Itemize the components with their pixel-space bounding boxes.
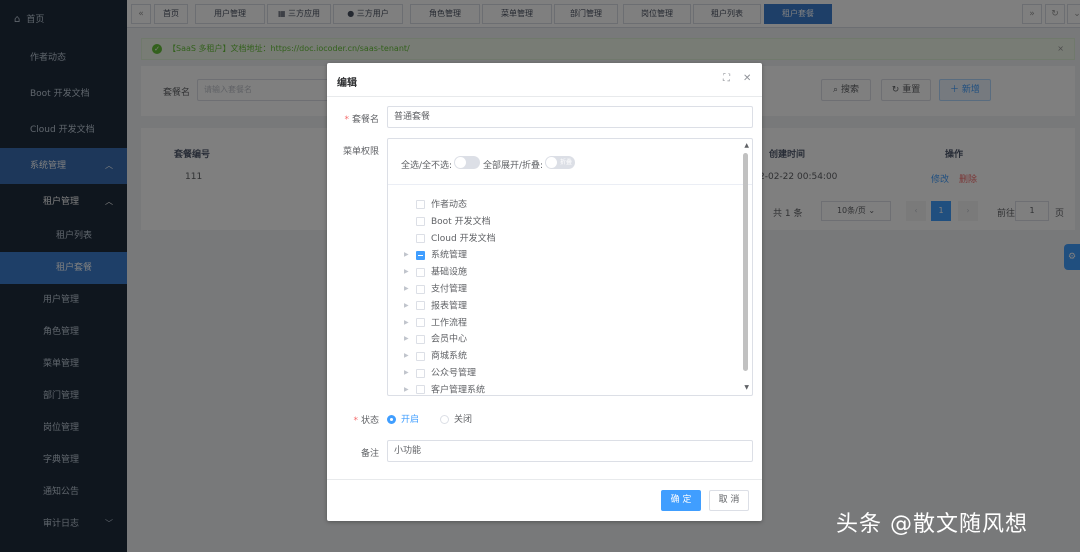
tree-node[interactable]: ▶ 商城系统 [404,348,467,364]
status-off-radio[interactable]: 关闭 [440,412,472,425]
fullscreen-icon[interactable]: ⛶ [723,73,730,84]
tree-node[interactable]: ▶ 支付管理 [404,281,467,297]
tree-node-checkbox[interactable] [416,284,425,294]
dialog-footer: 确 定 取 消 [327,479,762,521]
tree-node-label: 工作流程 [431,318,468,329]
scroll-down-icon[interactable]: ▼ [744,384,749,391]
select-all-label: 全选/全不选: [401,161,453,171]
tree-node[interactable]: Cloud 开发文档 [404,231,496,247]
status-on-radio[interactable]: 开启 [387,412,419,425]
radio-label: 开启 [401,415,420,425]
tree-node[interactable]: ▶ 客户管理系统 [404,382,486,396]
dialog-title: 编辑 [337,78,357,89]
caret-right-icon[interactable]: ▶ [404,298,416,314]
package-name-input[interactable]: 普通套餐 [387,106,753,128]
cancel-button[interactable]: 取 消 [709,490,749,511]
tree-node-checkbox[interactable] [416,301,425,311]
radio-label: 关闭 [454,415,473,425]
tree-node-checkbox[interactable] [416,200,425,209]
menu-permission-label: 菜单权限 [342,147,379,157]
radio-dot [387,415,396,424]
tree-node-checkbox[interactable] [416,233,425,243]
tree-node-label: Boot 开发文档 [431,216,491,227]
radio-dot [440,415,449,424]
remark-label: 备注 [360,449,379,459]
required-mark: * [353,416,358,426]
tree-node-label: 商城系统 [431,351,468,362]
tree-node-label: 报表管理 [431,301,468,312]
tree-node[interactable]: ▶ 报表管理 [404,298,467,314]
tree-node-checkbox[interactable] [416,385,425,395]
tree-node[interactable]: ▶ 公众号管理 [404,365,476,381]
tree-node-label: Cloud 开发文档 [431,233,496,244]
tree-node-checkbox[interactable] [416,368,425,378]
tree-node-label: 会员中心 [431,334,468,345]
status-label: * 状态 [319,413,379,426]
caret-right-icon[interactable]: ▶ [404,331,416,347]
caret-right-icon[interactable]: ▶ [404,382,416,395]
caret-right-icon[interactable]: ▶ [404,348,416,364]
tree-node-label: 客户管理系统 [431,385,486,396]
switch-knob [455,157,466,168]
tree-node[interactable]: ▶ 系统管理 [404,247,467,263]
dialog-header: 编辑 ⛶ ✕ [327,63,762,97]
switch-knob [546,157,557,168]
tree-node-label: 公众号管理 [431,368,477,379]
tree-node-label: 支付管理 [431,284,468,295]
caret-right-icon[interactable]: ▶ [404,281,416,297]
close-icon[interactable]: ✕ [743,73,751,84]
watermark: 头条 @散文随风想 [836,512,1028,537]
tree-node-checkbox[interactable] [416,250,425,260]
tree-node-label: 系统管理 [431,250,468,261]
remark-input[interactable]: 小功能 [387,440,753,462]
tree-node[interactable]: Boot 开发文档 [404,214,491,230]
tree-scrollbar[interactable] [743,153,748,371]
expand-switch[interactable]: 折叠 [545,156,575,169]
tree-node-checkbox[interactable] [416,267,425,277]
tree-node[interactable]: 作者动态 [404,197,467,213]
switch-text: 折叠 [559,159,572,166]
required-mark: * [344,115,349,125]
confirm-button[interactable]: 确 定 [661,490,701,511]
tree-node-checkbox[interactable] [416,318,425,328]
tree-node-checkbox[interactable] [416,351,425,361]
name-form-label: * 套餐名 [319,112,379,125]
scroll-up-icon[interactable]: ▲ [744,142,749,149]
select-all-switch[interactable] [454,156,480,169]
tree-node[interactable]: ▶ 会员中心 [404,331,467,347]
tree-toolbar: 全选/全不选: 全部展开/折叠: 折叠 [388,139,752,185]
tree-node-label: 基础设施 [431,267,468,278]
tree-node-checkbox[interactable] [416,334,425,344]
caret-right-icon[interactable]: ▶ [404,247,416,263]
tree-node-label: 作者动态 [431,200,468,210]
caret-right-icon[interactable]: ▶ [404,315,416,331]
label-text: 套餐名 [351,115,379,125]
tree-node-checkbox[interactable] [416,216,425,226]
label-text: 状态 [360,416,379,426]
tree-node[interactable]: ▶ 工作流程 [404,315,467,331]
caret-right-icon[interactable]: ▶ [404,264,416,280]
expand-label: 全部展开/折叠: [483,161,544,171]
edit-package-dialog: 编辑 ⛶ ✕ * 套餐名 普通套餐 菜单权限 全选/全不选: 全部展开/折叠: 折… [327,63,762,521]
menu-tree: 全选/全不选: 全部展开/折叠: 折叠 作者动态 Boot 开发文档 Cloud 开… [387,138,753,396]
tree-node[interactable]: ▶ 基础设施 [404,264,467,280]
caret-right-icon[interactable]: ▶ [404,365,416,381]
